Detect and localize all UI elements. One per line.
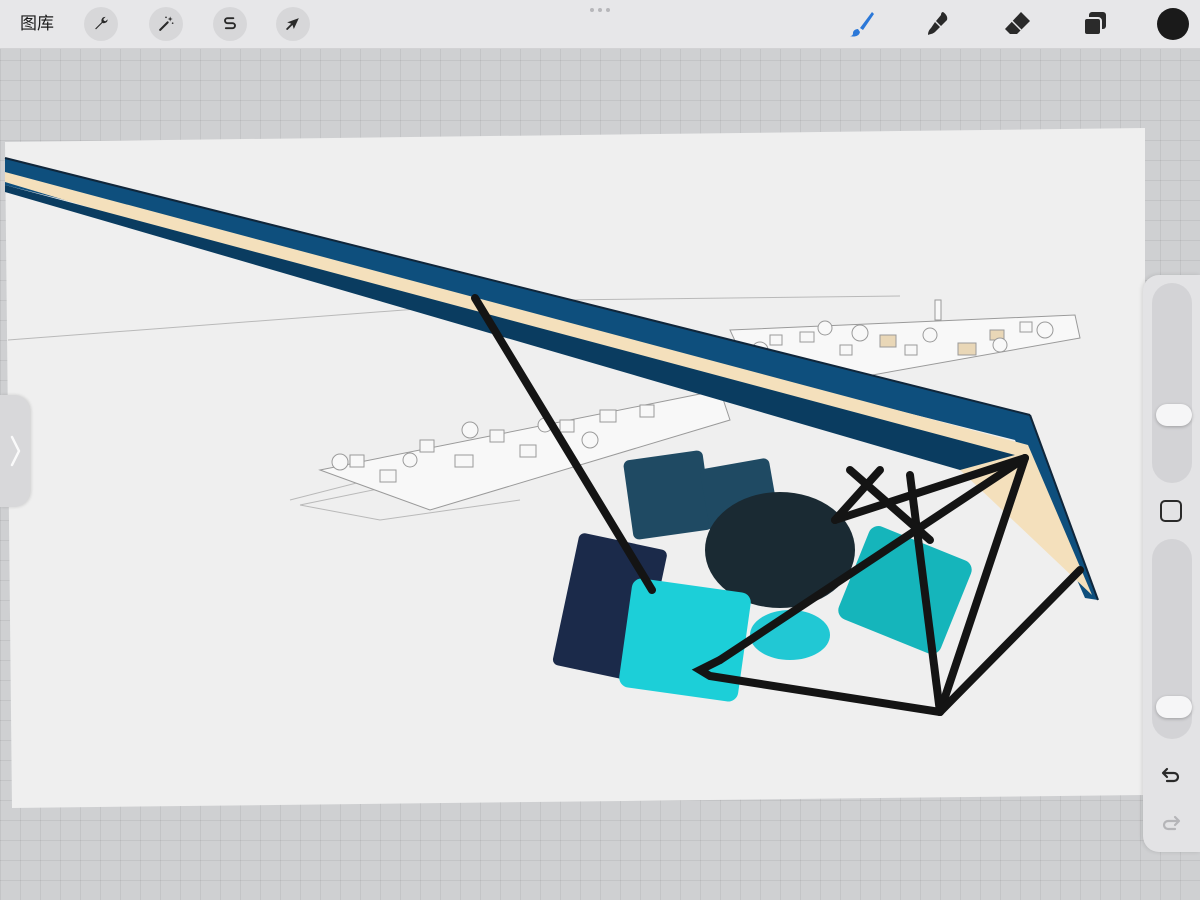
artwork-svg <box>4 128 1145 808</box>
selection-button[interactable] <box>213 7 247 41</box>
right-sidebar <box>1143 275 1200 852</box>
undo-button[interactable] <box>1158 763 1184 789</box>
wrench-icon <box>95 16 108 30</box>
redo-button[interactable] <box>1158 811 1184 837</box>
smudge-tool-button[interactable] <box>922 8 954 40</box>
brush-icon <box>850 12 874 37</box>
opacity-thumb[interactable] <box>1156 696 1192 718</box>
layers-icon <box>1083 12 1106 36</box>
selection-icon <box>224 17 236 30</box>
adjustments-button[interactable] <box>149 7 183 41</box>
sidebar-expand-handle[interactable] <box>0 395 30 507</box>
pilot-figure <box>552 450 972 702</box>
color-picker-button[interactable] <box>1157 8 1189 40</box>
smudge-icon <box>928 12 948 35</box>
canvas-paper <box>5 128 1145 808</box>
brush-tool-button[interactable] <box>846 8 878 40</box>
top-toolbar: 图库 <box>0 0 1200 49</box>
glider-wing <box>4 157 1099 601</box>
transform-button[interactable] <box>276 7 310 41</box>
actions-button[interactable] <box>84 7 118 41</box>
eraser-icon <box>1005 12 1030 34</box>
town-sketch <box>318 299 1081 511</box>
drawing-canvas[interactable] <box>0 0 1200 900</box>
arrow-cursor-icon <box>286 18 299 30</box>
layers-button[interactable] <box>1079 8 1111 40</box>
brush-size-thumb[interactable] <box>1156 404 1192 427</box>
gallery-button[interactable]: 图库 <box>20 0 54 48</box>
undo-icon <box>1161 767 1180 783</box>
opacity-slider[interactable] <box>1152 539 1192 739</box>
background-sketch <box>7 295 1081 521</box>
toolbar-grabber[interactable] <box>590 8 610 12</box>
brush-size-slider[interactable] <box>1152 283 1192 483</box>
chevron-right-icon <box>10 435 21 467</box>
magic-wand-icon <box>159 16 174 31</box>
redo-icon <box>1162 815 1181 831</box>
control-frame <box>471 294 1084 716</box>
eraser-tool-button[interactable] <box>1001 8 1033 40</box>
modify-button[interactable] <box>1160 500 1182 522</box>
